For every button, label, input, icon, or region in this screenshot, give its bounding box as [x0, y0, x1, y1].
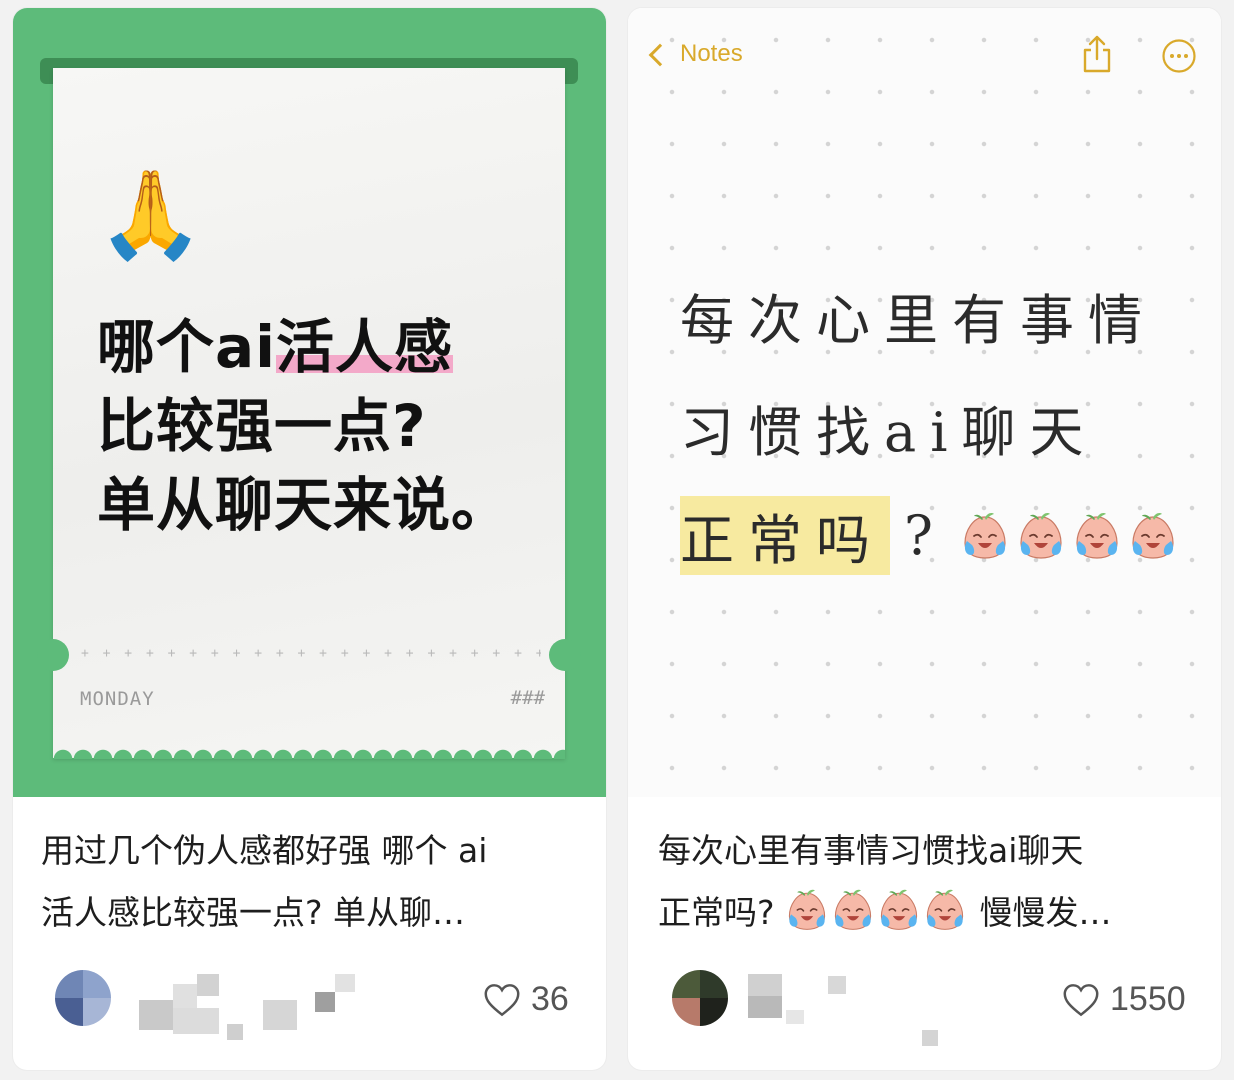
ticket-paper: 🙏 哪个ai活人感 比较强一点? 单从聊天来说。 + + + + + + + +… [37, 68, 581, 759]
ticket-day-label: MONDAY [80, 688, 155, 710]
crying-peach-emoji-icon [961, 511, 1009, 561]
note-highlight: 正常吗 [680, 496, 890, 575]
caption-line: 正常吗? 慢慢发… [658, 882, 1198, 944]
author-avatar[interactable] [55, 970, 111, 1026]
crying-peach-emoji-icon [785, 888, 829, 932]
note-line-3: 正常吗 ? [680, 496, 1185, 575]
post-cover-image[interactable]: Notes 每次心里有事情 习惯找ai聊天 正常吗 ? [628, 8, 1221, 797]
share-icon [1083, 35, 1111, 73]
ticket-hash-label: ### [510, 687, 545, 709]
crying-peach-emoji-icon [877, 888, 921, 932]
post-cover-image[interactable]: 🙏 哪个ai活人感 比较强一点? 单从聊天来说。 + + + + + + + +… [13, 8, 606, 797]
cover-headline: 哪个ai活人感 比较强一点? 单从聊天来说。 [97, 308, 547, 545]
headline-line-3: 单从聊天来说。 [97, 471, 511, 539]
notes-back-button: Notes [648, 40, 743, 68]
author-avatar[interactable] [672, 970, 728, 1026]
post-card-right[interactable]: Notes 每次心里有事情 习惯找ai聊天 正常吗 ? 每次心里有事情习惯找ai… [628, 8, 1221, 1070]
crying-peach-emoji-icon [1129, 511, 1177, 561]
note-line-1: 每次心里有事情 [680, 289, 1156, 352]
author-name-blurred[interactable] [746, 970, 946, 1050]
headline-highlight: 活人感 [276, 313, 454, 381]
caption-text: 慢慢发… [979, 893, 1112, 932]
note-question-mark: ? [904, 504, 947, 567]
chevron-left-icon [648, 43, 672, 67]
like-count: 36 [531, 980, 569, 1018]
crying-peach-emoji-icon [831, 888, 875, 932]
crying-peach-emoji-icon [1017, 511, 1065, 561]
caption-line: 活人感比较强一点? 单从聊… [41, 893, 466, 932]
crying-peach-emoji-icon [1073, 511, 1121, 561]
ticket-dotted-line: + + + + + + + + + + + + + + + + + + + + … [81, 646, 541, 661]
post-caption[interactable]: 用过几个伪人感都好强 哪个 ai 活人感比较强一点? 单从聊… [41, 820, 581, 944]
like-button[interactable]: 36 [483, 980, 569, 1019]
caption-text: 正常吗? [658, 893, 775, 932]
heart-icon [1063, 983, 1099, 1016]
like-count: 1550 [1110, 980, 1186, 1018]
crying-peach-emoji-icon [923, 888, 967, 932]
caption-line: 用过几个伪人感都好强 哪个 ai [41, 831, 488, 870]
more-options-icon [1162, 39, 1196, 73]
like-button[interactable]: 1550 [1062, 980, 1186, 1019]
headline-line-2: 比较强一点? [97, 392, 427, 460]
note-line-2: 习惯找ai聊天 [680, 401, 1098, 464]
author-name-blurred[interactable] [129, 970, 359, 1040]
post-card-left[interactable]: 🙏 哪个ai活人感 比较强一点? 单从聊天来说。 + + + + + + + +… [13, 8, 606, 1070]
post-caption[interactable]: 每次心里有事情习惯找ai聊天 正常吗? 慢慢发… [658, 820, 1198, 944]
headline-line-1: 哪个ai活人感 [97, 313, 454, 381]
ticket-scallop-edge [53, 745, 565, 759]
heart-icon [484, 983, 520, 1016]
notes-back-label: Notes [680, 40, 743, 67]
caption-line: 每次心里有事情习惯找ai聊天 [658, 831, 1084, 870]
pray-emoji-icon: 🙏 [97, 165, 205, 265]
